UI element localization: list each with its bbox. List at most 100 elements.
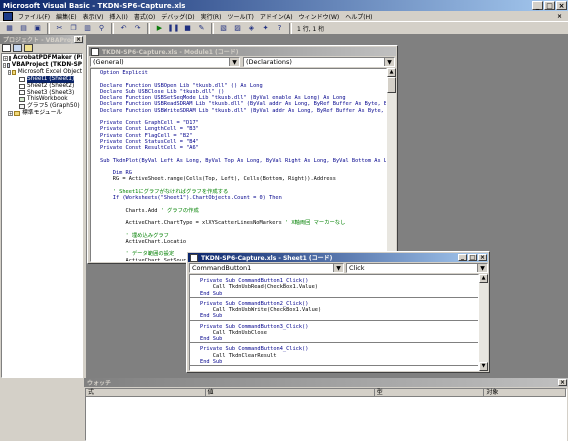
app-title: Microsoft Visual Basic - TKDN-SP6-Captur… [3,1,186,10]
menu-item[interactable]: 実行(R) [198,12,225,21]
sheet-icon [19,90,25,96]
sheet-code-editor[interactable]: Private Sub CommandButton1_Click() Call … [189,274,479,371]
minimize-button[interactable]: _ [532,1,543,10]
module-code-window: TKDN-SP6-Capture.xls - Module1 (コード) (Ge… [87,45,398,264]
view-code-icon[interactable] [2,44,11,52]
procedure-block: Private Sub CommandButton1_Click() Call … [190,275,478,298]
project-icon [9,55,11,61]
scroll-up-button[interactable]: ▲ [387,68,396,77]
collapse-icon[interactable]: - [3,62,7,68]
menu-item[interactable]: ヘルプ(H) [342,12,375,21]
watch-column-header[interactable]: 式 [86,389,206,397]
sheet-object-combo[interactable]: CommandButton1 ▼ [189,263,344,273]
paste-icon[interactable]: ▥ [81,22,94,35]
tree-item[interactable]: + AcrobatPDFMaker (PD [2,55,82,62]
tree-item-label: Sheet3 (Sheet3) [27,89,75,96]
vba-menu-icon[interactable] [3,11,13,21]
scroll-thumb[interactable] [387,77,396,93]
menu-item[interactable]: デバッグ(D) [158,12,197,21]
module-procedure-combo-value: (Declarations) [246,58,292,66]
run-icon[interactable]: ▶ [153,22,166,35]
close-button[interactable]: × [556,1,567,10]
project-explorer-icon[interactable]: ▧ [217,22,230,35]
tree-item[interactable]: Sheet2 (Sheet2) [2,83,82,90]
watch-pane-close-button[interactable]: × [558,379,567,386]
sheet-object-combo-value: CommandButton1 [192,264,252,272]
tree-item[interactable]: Sheet3 (Sheet3) [2,90,82,97]
help-icon[interactable]: ? [273,22,286,35]
copy-icon[interactable]: ❐ [67,22,80,35]
chevron-down-icon[interactable]: ▼ [229,58,239,66]
toolbox-icon[interactable]: ✦ [259,22,272,35]
menu-item[interactable]: ツール(T) [224,12,256,21]
module-procedure-combo[interactable]: (Declarations) ▼ [243,57,395,67]
sheet-vertical-scrollbar[interactable]: ▲ ▼ [479,274,488,371]
chart-icon [19,104,25,110]
watch-column-header[interactable]: 型 [374,389,485,397]
module-code-editor[interactable]: Option Explicit Declare Function USBOpen… [90,68,387,262]
project-pane-title-bar: プロジェクト - VBAProject × [0,35,84,44]
cut-icon[interactable]: ✂ [53,22,66,35]
reset-icon[interactable]: ■ [181,22,194,35]
find-icon[interactable]: ⚲ [95,22,108,35]
sheet-icon [19,76,25,82]
watch-column-header[interactable]: 値 [205,389,375,397]
tree-item[interactable]: + 標準モジュール [2,110,82,117]
project-pane-title: プロジェクト - VBAProject [3,37,74,44]
properties-icon[interactable]: ▨ [231,22,244,35]
chevron-down-icon[interactable]: ▼ [384,58,394,66]
mdi-close-icon[interactable]: × [557,13,562,20]
tree-item[interactable]: - Microsoft Excel Object [2,69,82,76]
sheet-window-icon [190,253,198,262]
menu-bar: ファイル(F) 編集(E) 表示(V) 挿入(I) 書式(O) デバッグ(D) 実行(R) ツ… [0,11,568,21]
menu-item[interactable]: アドイン(A) [257,12,296,21]
procedure-block: Private Sub CommandButton4_Click() Call … [190,343,478,366]
design-mode-icon[interactable]: ✎ [195,22,208,35]
module-window-icon [91,47,99,56]
watch-list[interactable]: 式値型対象 [85,388,567,441]
tree-item-label: Microsoft Excel Object [17,68,82,75]
cursor-position: 1 行, 1 桁 [297,25,325,33]
menu-item[interactable]: ファイル(F) [15,12,53,21]
undo-icon[interactable]: ↶ [117,22,130,35]
tree-item[interactable]: - VBAProject (TKDN-SP [2,62,82,69]
scroll-up-button[interactable]: ▲ [479,274,488,283]
chevron-down-icon[interactable]: ▼ [333,264,343,272]
sheet-procedure-combo[interactable]: Click ▼ [346,263,488,273]
sheet-window-maximize-button[interactable]: □ [468,254,477,261]
toggle-folders-icon[interactable] [24,44,33,52]
break-icon[interactable]: ❚❚ [167,22,180,35]
menu-item[interactable]: ウィンドウ(W) [296,12,343,21]
expand-icon[interactable]: + [8,111,13,117]
code-line: End Sub [200,358,223,365]
sheet-icon [19,83,25,89]
expand-icon[interactable]: + [3,55,8,61]
maximize-button[interactable]: □ [544,1,555,10]
module-vertical-scrollbar[interactable]: ▲ ▼ [387,68,396,262]
project-tree: + AcrobatPDFMaker (PD - VBAProject (TKDN-SP… [1,53,83,378]
menu-item[interactable]: 編集(E) [53,12,79,21]
menu-item[interactable]: 表示(V) [80,12,107,21]
watch-column-header[interactable]: 対象 [484,389,566,397]
menu-item[interactable]: 挿入(I) [106,12,130,21]
sheet-window-close-button[interactable]: × [478,254,487,261]
tree-item[interactable]: Sheet1 (Sheet1) [2,75,82,83]
collapse-icon[interactable]: - [8,69,12,75]
object-browser-icon[interactable]: ◈ [245,22,258,35]
view-object-icon[interactable] [13,44,22,52]
scroll-down-button[interactable]: ▼ [479,362,488,371]
redo-icon[interactable]: ↷ [131,22,144,35]
folder-icon [14,111,20,117]
tree-item-label: Sheet2 (Sheet2) [27,82,75,89]
module-object-combo[interactable]: (General) ▼ [90,57,240,67]
sheet-window-minimize-button[interactable]: _ [458,254,467,261]
project-pane-close-button[interactable]: × [74,36,83,43]
view-excel-icon[interactable]: ▦ [3,22,16,35]
code-line: Declare Function USBReadSDRAM Lib "tkusb… [100,101,387,108]
menu-item[interactable]: 書式(O) [131,12,158,21]
insert-module-icon[interactable]: ▤ [17,22,30,35]
module-window-title: TKDN-SP6-Capture.xls - Module1 (コード) [102,49,239,56]
code-line: End Sub [200,290,223,297]
save-icon[interactable]: ▣ [31,22,44,35]
chevron-down-icon[interactable]: ▼ [477,264,487,272]
